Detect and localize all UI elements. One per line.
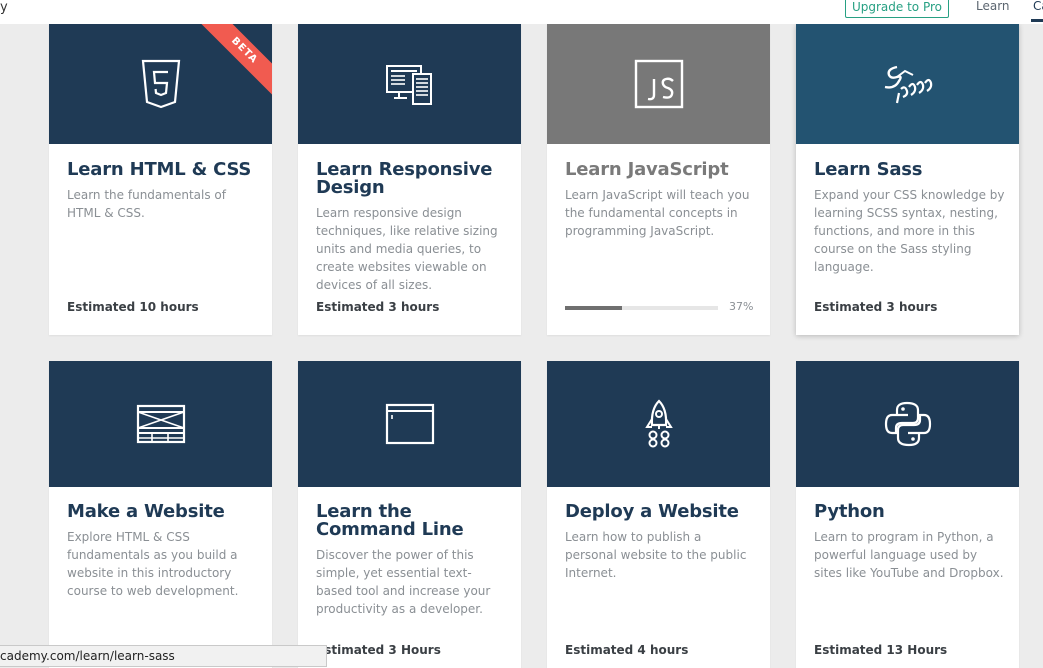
top-nav-bar: y Upgrade to Pro Learn Ca <box>0 0 1043 24</box>
course-description: Learn the fundamentals of HTML & CSS. <box>67 188 226 220</box>
course-title[interactable]: Learn Responsive Design <box>316 161 507 197</box>
course-description: Expand your CSS knowledge by learning SC… <box>814 188 1005 274</box>
course-banner <box>796 361 1019 487</box>
course-progress-percent: 37% <box>729 300 754 313</box>
sass-logo-icon <box>884 65 932 104</box>
course-estimate: Estimated 4 hours <box>565 643 689 657</box>
course-banner <box>49 361 272 487</box>
website-layout-icon <box>136 404 185 444</box>
course-title[interactable]: Learn HTML & CSS <box>67 161 258 179</box>
site-logo-fragment[interactable]: y <box>0 0 8 15</box>
course-description: Explore HTML & CSS fundamentals as you b… <box>67 530 239 598</box>
js-box-icon <box>634 59 683 109</box>
course-banner <box>796 24 1019 144</box>
terminal-window-icon <box>385 403 434 445</box>
course-estimate: Estimated 10 hours <box>67 300 199 314</box>
active-nav-indicator <box>1031 19 1043 22</box>
course-estimate: Estimated 3 Hours <box>316 643 441 657</box>
course-title[interactable]: Make a Website <box>67 503 258 521</box>
course-progress-bar <box>565 306 718 310</box>
beta-badge: BETA <box>196 24 272 99</box>
course-title[interactable]: Learn the Command Line <box>316 503 507 539</box>
course-card-make-a-website[interactable]: Make a Website Explore HTML & CSS fundam… <box>49 361 272 668</box>
course-title[interactable]: Python <box>814 503 1005 521</box>
course-description: Learn JavaScript will teach you the fund… <box>565 188 750 238</box>
course-description: Discover the power of this simple, yet e… <box>316 548 491 616</box>
course-estimate: Estimated 3 hours <box>316 300 440 314</box>
course-card-responsive-design[interactable]: Learn Responsive Design Learn responsive… <box>298 24 521 335</box>
course-description: Learn how to publish a personal website … <box>565 530 747 580</box>
course-card-command-line[interactable]: Learn the Command Line Discover the powe… <box>298 361 521 668</box>
responsive-devices-icon <box>385 65 432 105</box>
course-card-deploy-a-website[interactable]: Deploy a Website Learn how to publish a … <box>547 361 770 668</box>
course-banner <box>547 361 770 487</box>
rocket-icon <box>644 399 673 448</box>
course-banner <box>547 24 770 144</box>
course-estimate: Estimated 13 Hours <box>814 643 948 657</box>
course-card-javascript[interactable]: Learn JavaScript Learn JavaScript will t… <box>547 24 770 335</box>
course-card-html-css[interactable]: BETA Learn HTML & CSS Learn the fundamen… <box>49 24 272 335</box>
course-estimate: Estimated 3 hours <box>814 300 938 314</box>
course-title[interactable]: Deploy a Website <box>565 503 756 521</box>
browser-status-bar-url: cademy.com/learn/learn-sass <box>0 645 327 667</box>
course-progress-fill <box>565 306 622 310</box>
course-title[interactable]: Learn JavaScript <box>565 161 756 179</box>
nav-link-catalog[interactable]: Ca <box>1033 0 1043 13</box>
course-title[interactable]: Learn Sass <box>814 161 1005 179</box>
course-card-python[interactable]: Python Learn to program in Python, a pow… <box>796 361 1019 668</box>
course-card-sass[interactable]: Learn Sass Expand your CSS knowledge by … <box>796 24 1019 335</box>
html5-shield-icon <box>141 59 180 109</box>
python-logo-icon <box>884 401 931 447</box>
course-banner <box>298 24 521 144</box>
nav-link-learn[interactable]: Learn <box>976 0 1010 13</box>
course-description: Learn responsive design techniques, like… <box>316 206 498 292</box>
course-banner: BETA <box>49 24 272 144</box>
upgrade-to-pro-button[interactable]: Upgrade to Pro <box>845 0 949 18</box>
course-description: Learn to program in Python, a powerful l… <box>814 530 1004 580</box>
course-banner <box>298 361 521 487</box>
